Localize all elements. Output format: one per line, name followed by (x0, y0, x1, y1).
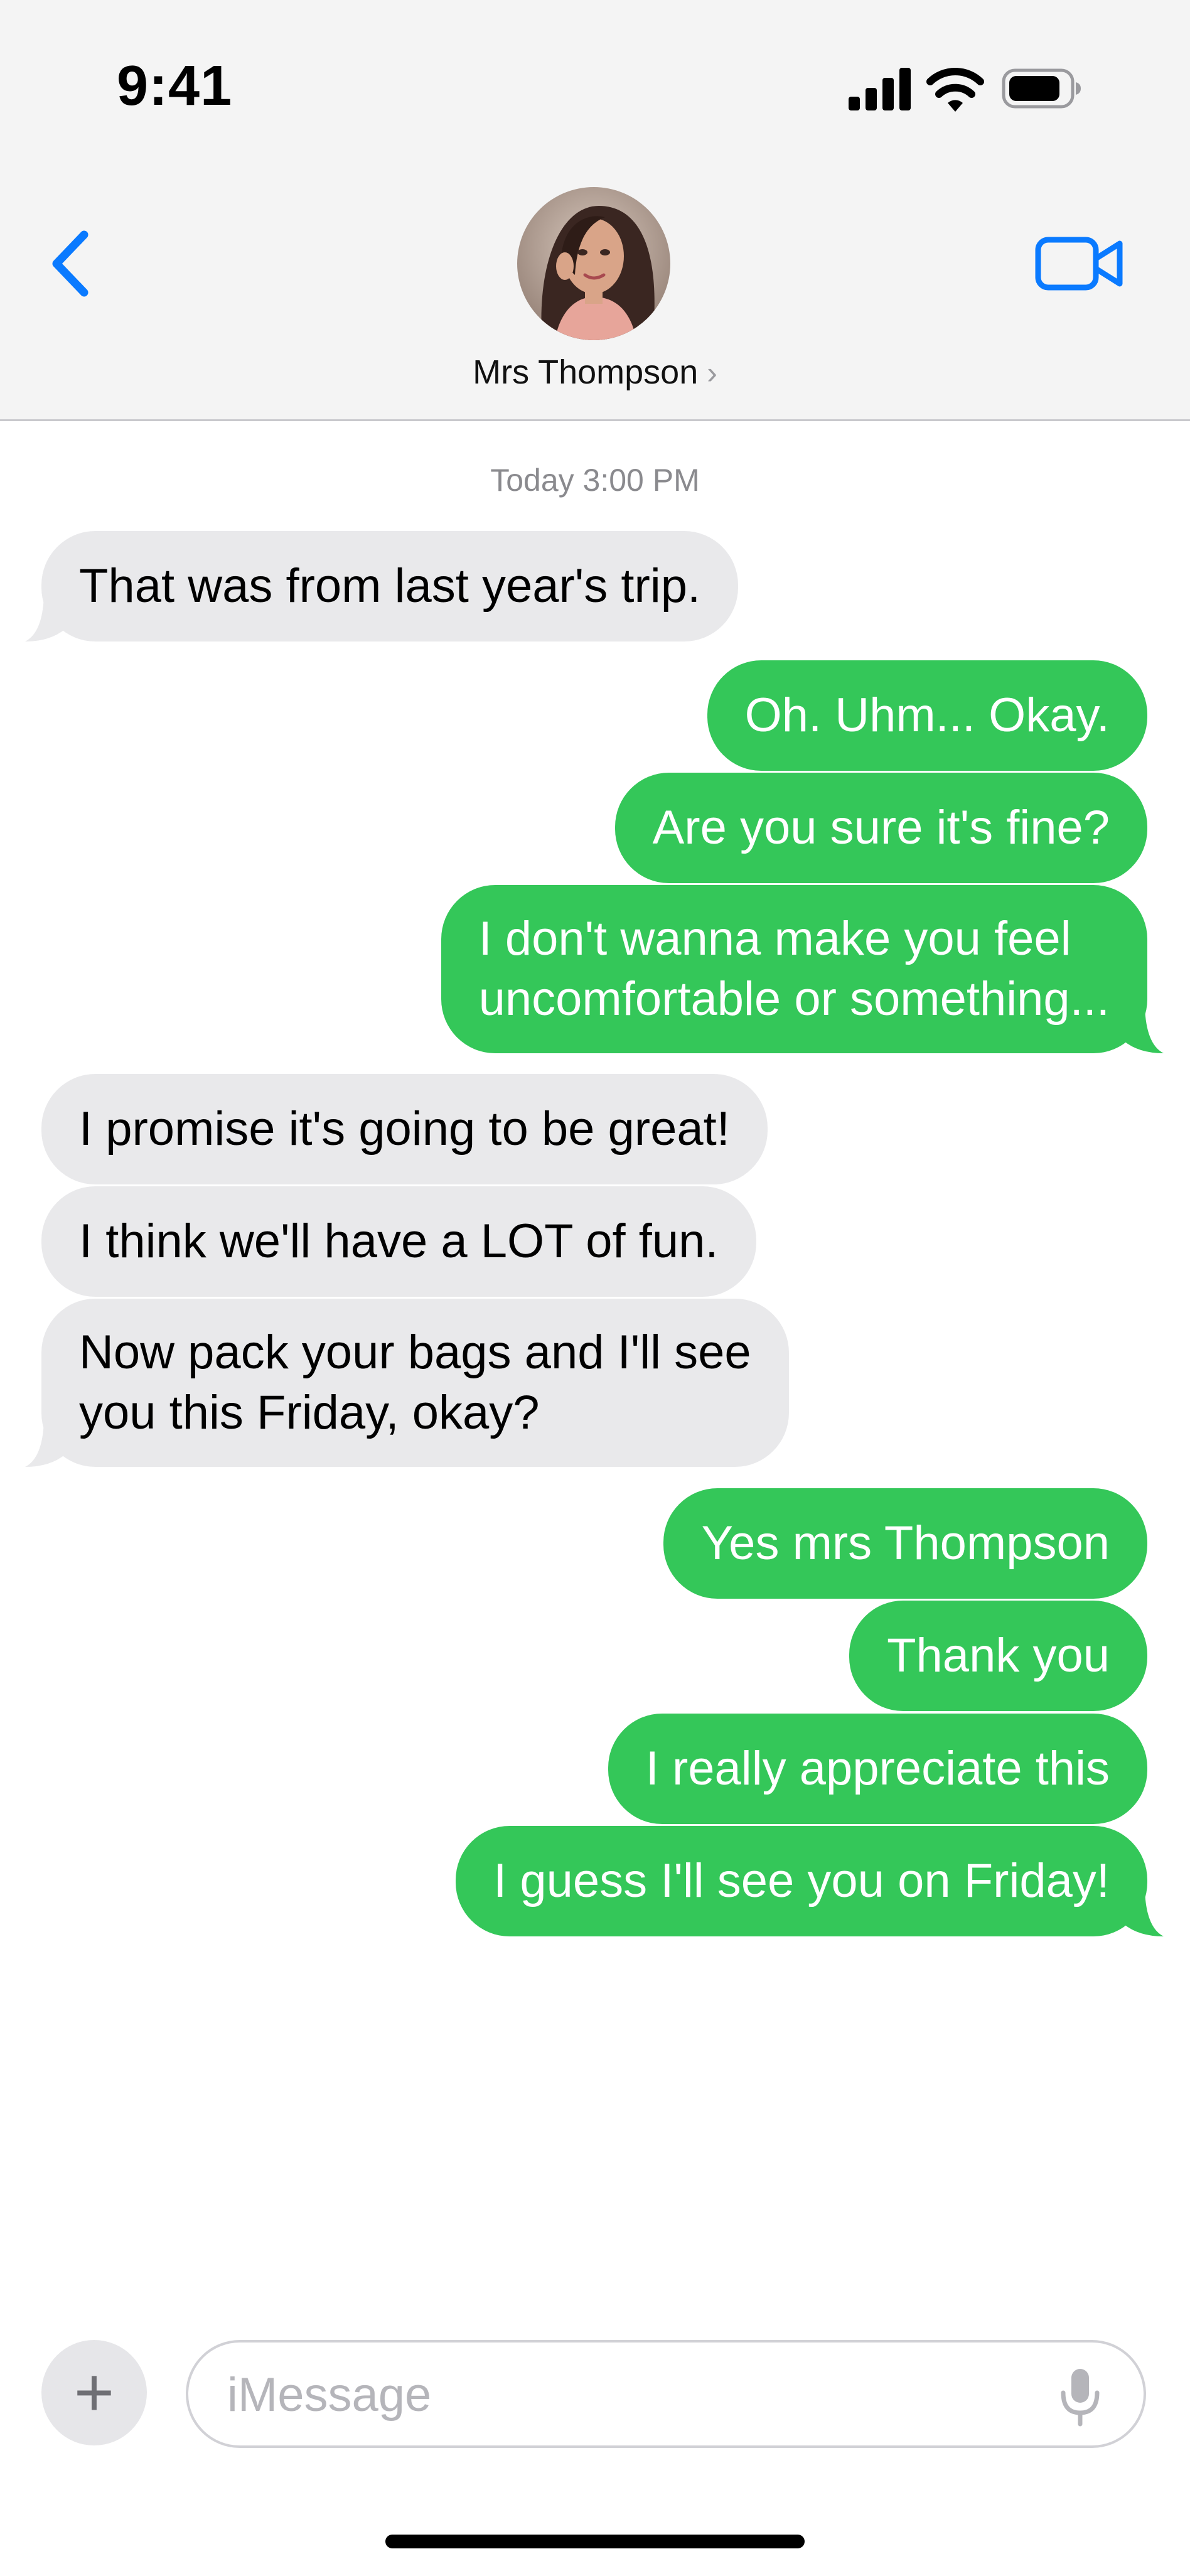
message-bubble-sent[interactable]: Yes mrs Thompson (663, 1488, 1147, 1599)
back-chevron-icon[interactable] (45, 226, 95, 301)
battery-icon (1002, 68, 1081, 109)
message-bubble-sent[interactable]: Are you sure it's fine? (614, 773, 1147, 883)
message-text: Yes mrs Thompson (701, 1516, 1110, 1570)
message-text: I promise it's going to be great! (79, 1102, 730, 1156)
message-bubble-sent[interactable]: I really appreciate this (608, 1714, 1147, 1824)
message-text: I guess I'll see you on Friday! (493, 1854, 1110, 1908)
message-text-line: Now pack your bags and I'll see (79, 1326, 751, 1379)
message-input[interactable] (226, 2361, 1044, 2428)
video-camera-icon[interactable] (1034, 233, 1125, 294)
microphone-icon[interactable] (1058, 2365, 1102, 2428)
message-input-container[interactable] (186, 2340, 1146, 2448)
conversation-header: 9:41 Mrs Thompson › (0, 0, 1190, 421)
message-bubble-sent[interactable]: Oh. Uhm... Okay. (707, 660, 1147, 771)
message-bubble-received[interactable]: Now pack your bags and I'll see you this… (25, 1299, 789, 1467)
wifi-icon (926, 68, 984, 112)
add-attachment-button[interactable]: + (41, 2340, 147, 2445)
message-bubble-received[interactable]: I think we'll have a LOT of fun. (41, 1186, 756, 1297)
message-bubble-received[interactable]: That was from last year's trip. (25, 531, 739, 641)
message-text: Are you sure it's fine? (652, 801, 1110, 854)
conversation-timestamp: Today 3:00 PM (490, 463, 700, 498)
message-text-line: you this Friday, okay? (79, 1386, 540, 1439)
status-time: 9:41 (117, 55, 233, 117)
contact-avatar[interactable] (517, 187, 670, 340)
bubble-tail (1123, 1007, 1164, 1053)
cellular-signal-icon (849, 68, 911, 110)
message-text: I think we'll have a LOT of fun. (79, 1215, 719, 1268)
contact-name-button[interactable]: Mrs Thompson › (0, 353, 1190, 392)
contact-name: Mrs Thompson (473, 353, 699, 391)
bubble-tail (25, 1420, 65, 1467)
chevron-right-icon: › (707, 355, 717, 390)
message-bubble-sent[interactable]: I guess I'll see you on Friday! (456, 1826, 1164, 1936)
bubble-tail (1123, 1890, 1164, 1936)
message-text: Thank you (887, 1629, 1110, 1682)
home-indicator[interactable] (385, 2535, 805, 2548)
message-text: That was from last year's trip. (79, 559, 701, 613)
message-bubble-sent[interactable]: Thank you (849, 1601, 1147, 1711)
message-text: Oh. Uhm... Okay. (744, 689, 1110, 742)
message-text-line: I don't wanna make you feel (478, 912, 1071, 965)
message-text-line: uncomfortable or something... (478, 972, 1110, 1026)
message-bubble-sent[interactable]: I don't wanna make you feel uncomfortabl… (441, 885, 1164, 1053)
bubble-tail (25, 595, 65, 641)
message-text: I really appreciate this (645, 1742, 1110, 1795)
message-bubble-received[interactable]: I promise it's going to be great! (41, 1074, 768, 1184)
